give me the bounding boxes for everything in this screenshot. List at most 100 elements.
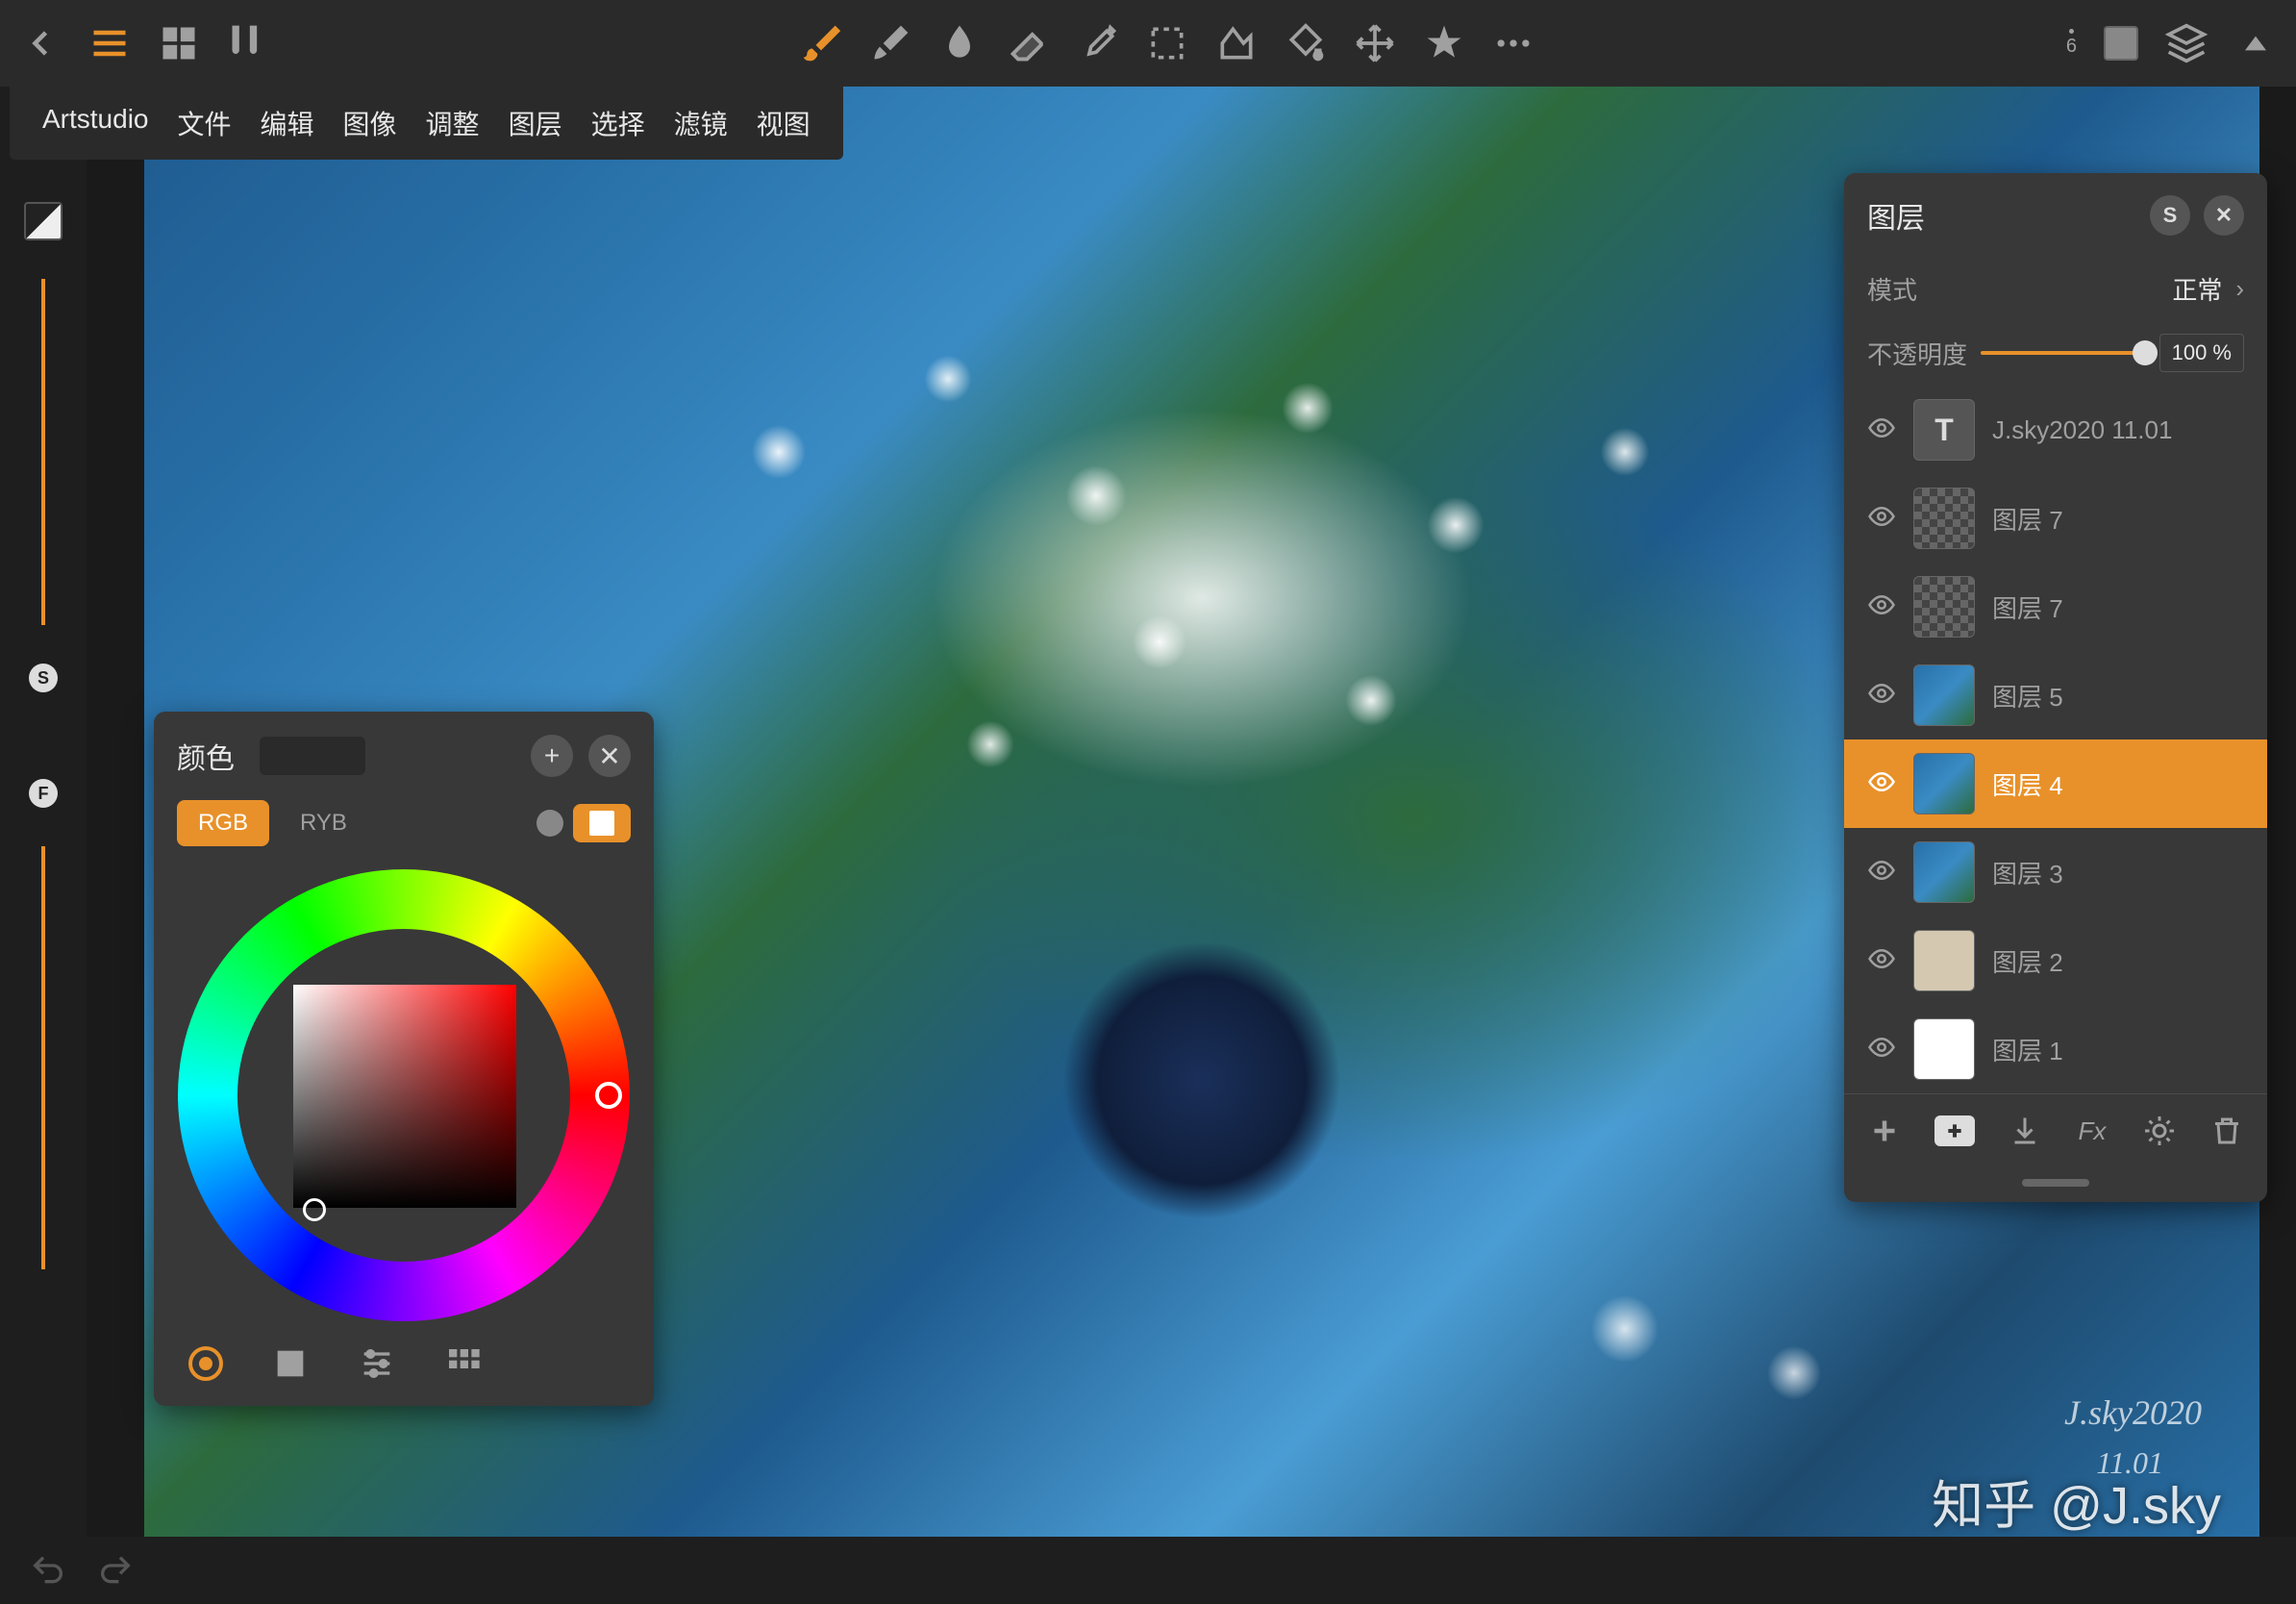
bottom-bar bbox=[0, 1537, 2296, 1604]
foreground-background-color[interactable] bbox=[24, 202, 62, 240]
menu-icon[interactable] bbox=[88, 22, 131, 64]
menu-view[interactable]: 视图 bbox=[747, 104, 820, 142]
menu-image[interactable]: 图像 bbox=[334, 104, 407, 142]
layer-item[interactable]: 图层 3 bbox=[1844, 828, 2267, 916]
layer-thumbnail[interactable] bbox=[1913, 841, 1975, 903]
tools-group bbox=[800, 22, 1535, 64]
layer-name: 图层 3 bbox=[1992, 855, 2063, 890]
smudge-tool-icon[interactable] bbox=[938, 22, 981, 64]
rgb-mode-tab[interactable]: RGB bbox=[177, 800, 269, 846]
layer-thumbnail[interactable] bbox=[1913, 576, 1975, 638]
layer-visibility-icon[interactable] bbox=[1867, 502, 1896, 536]
menu-bar: Artstudio 文件 编辑 图像 调整 图层 选择 滤镜 视图 bbox=[10, 87, 843, 160]
color-adjustments-icon[interactable] bbox=[358, 1344, 396, 1383]
opacity-slider[interactable] bbox=[1981, 351, 2146, 355]
delete-layer-button[interactable] bbox=[2209, 1114, 2244, 1148]
layer-item[interactable]: 图层 5 bbox=[1844, 651, 2267, 739]
layer-thumbnail[interactable] bbox=[1913, 930, 1975, 991]
star-tool-icon[interactable] bbox=[1423, 22, 1465, 64]
blend-mode-row[interactable]: 模式 正常 › bbox=[1844, 258, 2267, 320]
add-color-button[interactable]: + bbox=[531, 735, 573, 777]
layers-s-button[interactable]: S bbox=[2150, 195, 2190, 236]
eyedropper-tool-icon[interactable] bbox=[1077, 22, 1119, 64]
menu-artstudio[interactable]: Artstudio bbox=[33, 104, 159, 142]
ryb-mode-tab[interactable]: RYB bbox=[279, 800, 368, 846]
brush-tool-icon[interactable] bbox=[800, 22, 842, 64]
back-icon[interactable] bbox=[19, 22, 62, 64]
color-swatches-icon[interactable] bbox=[444, 1344, 483, 1383]
close-color-panel-button[interactable]: ✕ bbox=[588, 735, 631, 777]
undo-button[interactable] bbox=[29, 1551, 67, 1590]
duplicate-layer-button[interactable] bbox=[1934, 1115, 1975, 1146]
sv-cursor[interactable] bbox=[303, 1198, 326, 1221]
layer-thumbnail[interactable] bbox=[1913, 664, 1975, 726]
slider-f-badge[interactable]: F bbox=[29, 779, 58, 808]
add-layer-button[interactable] bbox=[1867, 1114, 1902, 1148]
color-wheel-mode-icon[interactable] bbox=[188, 1346, 223, 1381]
menu-adjust[interactable]: 调整 bbox=[416, 104, 489, 142]
layers-icon[interactable] bbox=[2165, 22, 2208, 64]
saturation-value-box[interactable] bbox=[293, 985, 516, 1208]
layer-visibility-icon[interactable] bbox=[1867, 944, 1896, 978]
brush-flow-slider[interactable] bbox=[41, 846, 45, 1269]
panel-drag-handle[interactable] bbox=[2022, 1179, 2089, 1187]
layers-list: TJ.sky2020 11.01 图层 7 图层 7 图层 5 图层 4 图层 3 图层 2… bbox=[1844, 386, 2267, 1093]
eraser-tool-icon[interactable] bbox=[1008, 22, 1050, 64]
move-tool-icon[interactable] bbox=[1354, 22, 1396, 64]
color-wheel[interactable] bbox=[178, 869, 630, 1321]
layer-visibility-icon[interactable] bbox=[1867, 590, 1896, 624]
blend-mode-label: 模式 bbox=[1867, 271, 2159, 307]
layer-thumbnail[interactable]: T bbox=[1913, 399, 1975, 461]
brush-size-indicator[interactable]: 6 bbox=[2066, 29, 2077, 58]
layer-item[interactable]: 图层 7 bbox=[1844, 563, 2267, 651]
more-tools-icon[interactable] bbox=[1492, 22, 1535, 64]
layer-name: 图层 7 bbox=[1992, 501, 2063, 537]
fill-tool-icon[interactable] bbox=[1285, 22, 1327, 64]
layer-item[interactable]: 图层 1 bbox=[1844, 1005, 2267, 1093]
grid-icon[interactable] bbox=[158, 22, 200, 64]
menu-file[interactable]: 文件 bbox=[168, 104, 241, 142]
redo-button[interactable] bbox=[96, 1551, 135, 1590]
color-swatch-preview[interactable] bbox=[260, 737, 365, 775]
opacity-value[interactable]: 100 % bbox=[2159, 334, 2244, 372]
layer-item[interactable]: TJ.sky2020 11.01 bbox=[1844, 386, 2267, 474]
chevron-right-icon: › bbox=[2235, 274, 2244, 304]
layer-visibility-icon[interactable] bbox=[1867, 856, 1896, 890]
grayscale-toggle[interactable] bbox=[537, 810, 563, 837]
expand-icon[interactable] bbox=[2234, 22, 2277, 64]
color-format-toggle[interactable] bbox=[573, 804, 631, 842]
brush-preset-icon[interactable] bbox=[227, 22, 269, 64]
menu-select[interactable]: 选择 bbox=[582, 104, 655, 142]
paintbrush-tool-icon[interactable] bbox=[869, 22, 911, 64]
layer-thumbnail[interactable] bbox=[1913, 488, 1975, 549]
hue-cursor[interactable] bbox=[595, 1082, 622, 1109]
layer-item[interactable]: 图层 4 bbox=[1844, 739, 2267, 828]
current-color-chip[interactable] bbox=[2104, 26, 2138, 61]
layer-settings-button[interactable] bbox=[2142, 1114, 2177, 1148]
slider-s-badge[interactable]: S bbox=[29, 664, 58, 692]
close-layers-panel-button[interactable]: ✕ bbox=[2204, 195, 2244, 236]
layer-visibility-icon[interactable] bbox=[1867, 1033, 1896, 1066]
layers-footer: Fx bbox=[1844, 1093, 2267, 1167]
layer-name: 图层 5 bbox=[1992, 678, 2063, 714]
layer-fx-button[interactable]: Fx bbox=[2075, 1114, 2109, 1148]
layer-thumbnail[interactable] bbox=[1913, 753, 1975, 815]
color-sliders-mode-icon[interactable] bbox=[271, 1344, 310, 1383]
layer-item[interactable]: 图层 7 bbox=[1844, 474, 2267, 563]
layer-visibility-icon[interactable] bbox=[1867, 414, 1896, 447]
menu-filter[interactable]: 滤镜 bbox=[664, 104, 737, 142]
merge-down-button[interactable] bbox=[2008, 1114, 2042, 1148]
layer-visibility-icon[interactable] bbox=[1867, 679, 1896, 713]
menu-edit[interactable]: 编辑 bbox=[251, 104, 324, 142]
opacity-row: 不透明度 100 % bbox=[1844, 320, 2267, 386]
brush-size-slider[interactable] bbox=[41, 279, 45, 625]
layer-visibility-icon[interactable] bbox=[1867, 767, 1896, 801]
layer-thumbnail[interactable] bbox=[1913, 1018, 1975, 1080]
watermark-text: 知乎 @J.sky bbox=[1932, 1463, 2221, 1537]
selection-tool-icon[interactable] bbox=[1146, 22, 1188, 64]
menu-layer[interactable]: 图层 bbox=[499, 104, 572, 142]
signature-text: J.sky2020 bbox=[2064, 1392, 2202, 1433]
layer-item[interactable]: 图层 2 bbox=[1844, 916, 2267, 1005]
top-toolbar: 6 bbox=[0, 0, 2296, 87]
lasso-tool-icon[interactable] bbox=[1215, 22, 1258, 64]
